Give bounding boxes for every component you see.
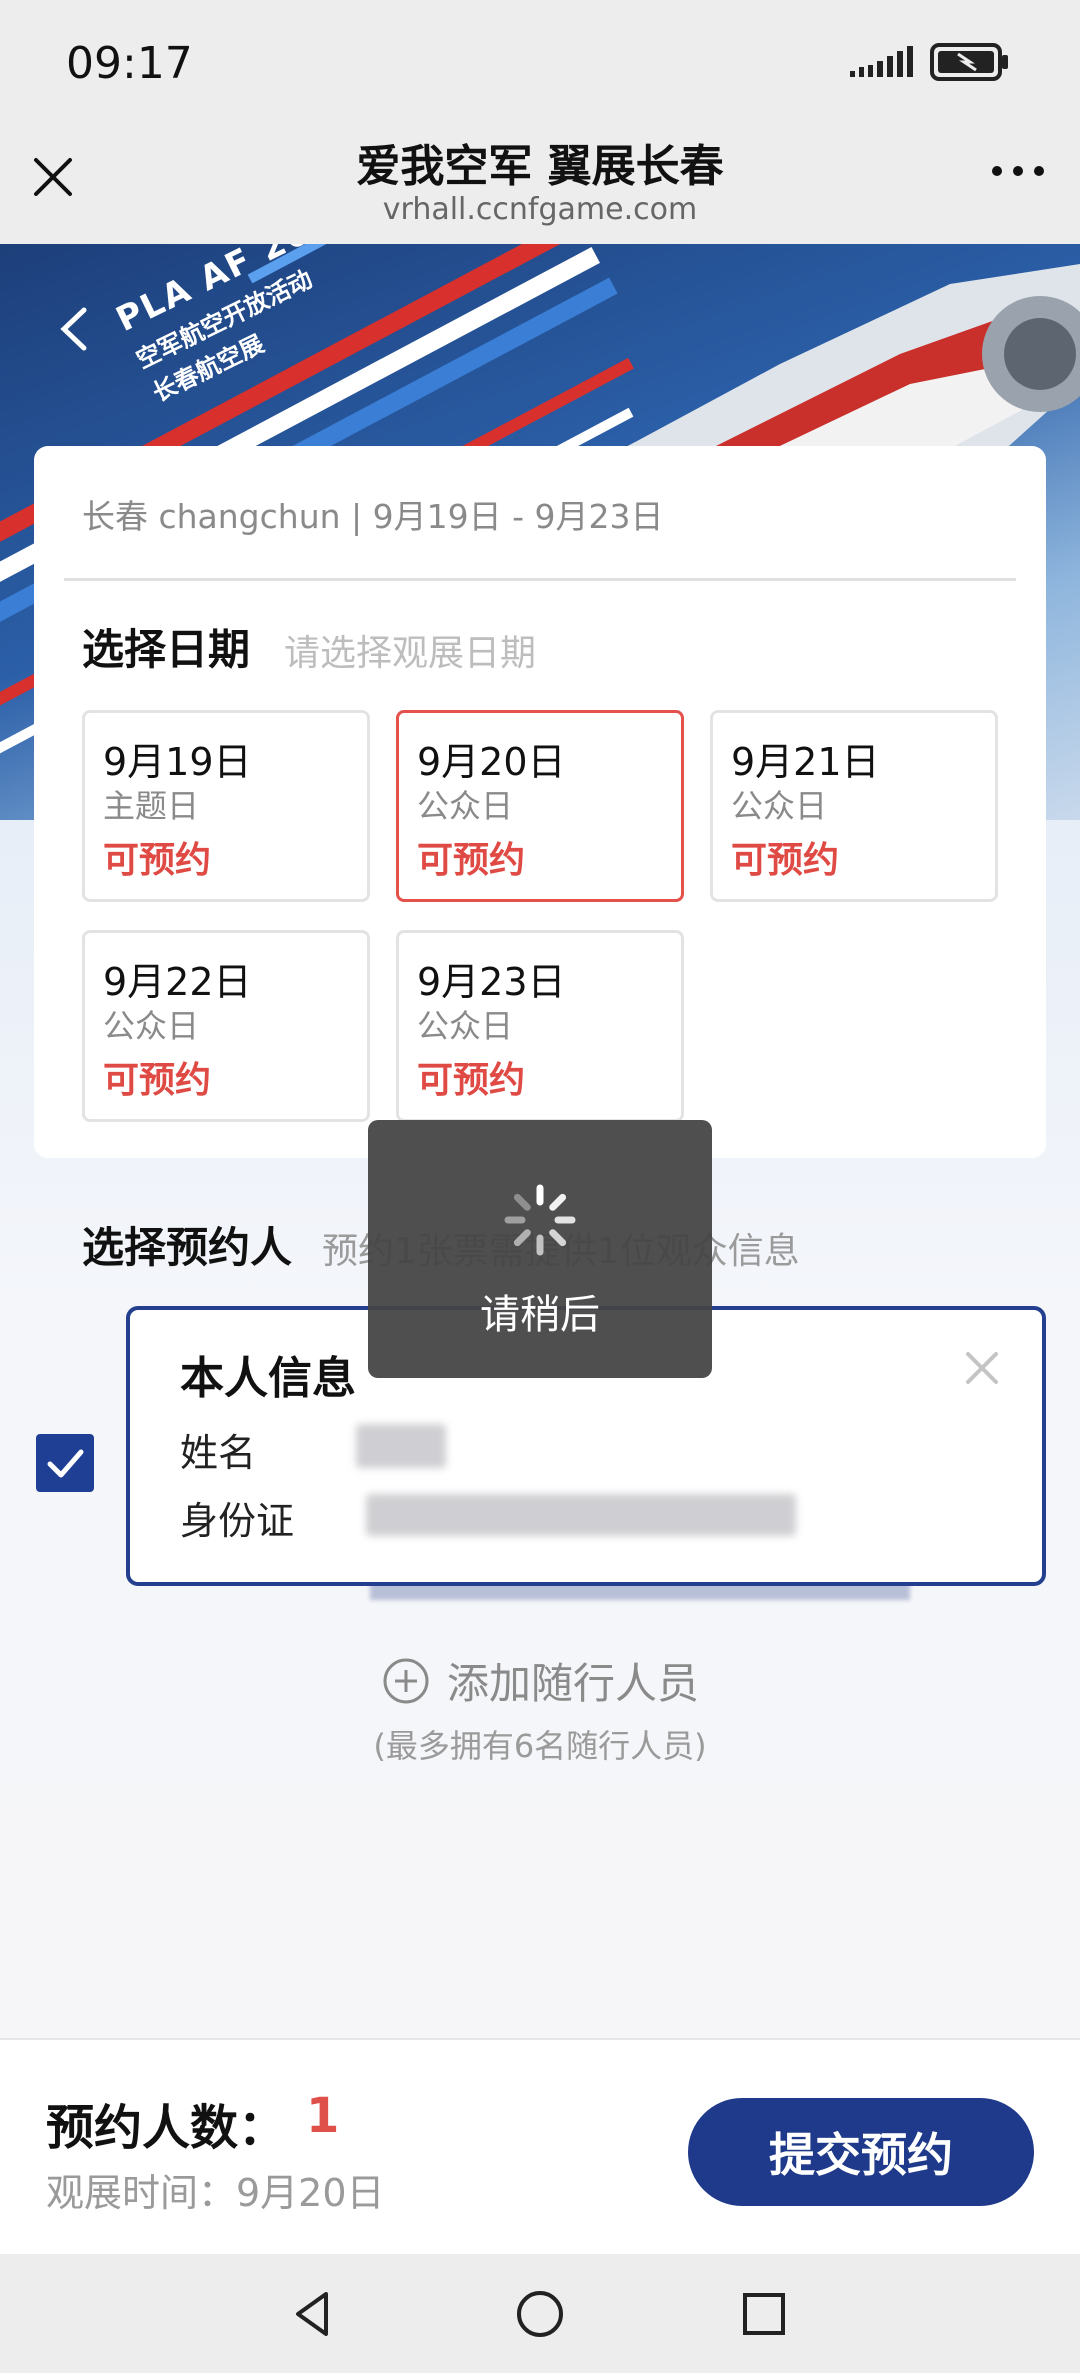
recents-square-icon[interactable] bbox=[738, 2288, 790, 2340]
reservation-section-title: 选择预约人 bbox=[82, 1223, 293, 1272]
divider bbox=[64, 578, 1016, 581]
back-icon[interactable] bbox=[54, 304, 94, 354]
date-option-0920[interactable]: 9月20日 公众日 可预约 bbox=[396, 710, 684, 902]
bottom-bar: 预约人数： 1 观展时间：9月20日 提交预约 bbox=[0, 2038, 1080, 2254]
loading-spinner-icon bbox=[504, 1184, 576, 1256]
remove-person-icon[interactable] bbox=[962, 1348, 1002, 1388]
status-icons bbox=[850, 42, 1010, 82]
id-label: 身份证 bbox=[180, 1499, 295, 1543]
reservation-count-label: 预约人数： bbox=[46, 2100, 287, 2156]
name-value-redacted bbox=[356, 1424, 446, 1468]
date-section-title: 选择日期 bbox=[82, 625, 251, 674]
page-url: vrhall.ccnfgame.com bbox=[382, 192, 698, 227]
date-card: 长春 changchun | 9月19日 - 9月23日 选择日期 请选择观展日… bbox=[34, 446, 1046, 1158]
home-circle-icon[interactable] bbox=[514, 2288, 566, 2340]
name-label: 姓名 bbox=[180, 1431, 257, 1475]
person-card-title: 本人信息 bbox=[180, 1353, 356, 1404]
date-option-0921[interactable]: 9月21日 公众日 可预约 bbox=[710, 710, 998, 902]
add-companion-note: (最多拥有6名随行人员) bbox=[373, 1727, 707, 1765]
add-circle-icon bbox=[383, 1658, 429, 1703]
check-icon bbox=[47, 1449, 84, 1478]
date-section-hint: 请选择观展日期 bbox=[284, 633, 537, 674]
loading-toast: 请稍后 bbox=[368, 1120, 712, 1378]
event-location: 长春 changchun | 9月19日 - 9月23日 bbox=[82, 497, 664, 536]
add-companion-button[interactable]: 添加随行人员 (最多拥有6名随行人员) bbox=[0, 1650, 1080, 1767]
person-checkbox[interactable] bbox=[36, 1434, 94, 1492]
battery-icon bbox=[930, 43, 1008, 81]
nav-bar: 爱我空军 翼展长春 vrhall.ccnfgame.com bbox=[0, 120, 1080, 244]
loading-text: 请稍后 bbox=[480, 1292, 600, 1338]
visit-time-label: 观展时间：9月20日 bbox=[46, 2171, 385, 2215]
date-option-0923[interactable]: 9月23日 公众日 可预约 bbox=[396, 930, 684, 1122]
reservation-count-value: 1 bbox=[306, 2088, 340, 2144]
system-nav-bar bbox=[0, 2254, 1080, 2373]
add-companion-label: 添加随行人员 bbox=[446, 1659, 699, 1708]
id-value-redacted bbox=[366, 1494, 796, 1536]
back-triangle-icon[interactable] bbox=[288, 2288, 340, 2340]
date-option-0922[interactable]: 9月22日 公众日 可预约 bbox=[82, 930, 370, 1122]
date-option-0919[interactable]: 9月19日 主题日 可预约 bbox=[82, 710, 370, 902]
status-bar: 09:17 bbox=[0, 0, 1080, 120]
signal-icon bbox=[850, 46, 913, 77]
page-title: 爱我空军 翼展长春 bbox=[356, 141, 724, 192]
status-time: 09:17 bbox=[66, 38, 193, 89]
more-icon[interactable] bbox=[992, 166, 1044, 176]
submit-reservation-button[interactable]: 提交预约 bbox=[688, 2098, 1034, 2206]
